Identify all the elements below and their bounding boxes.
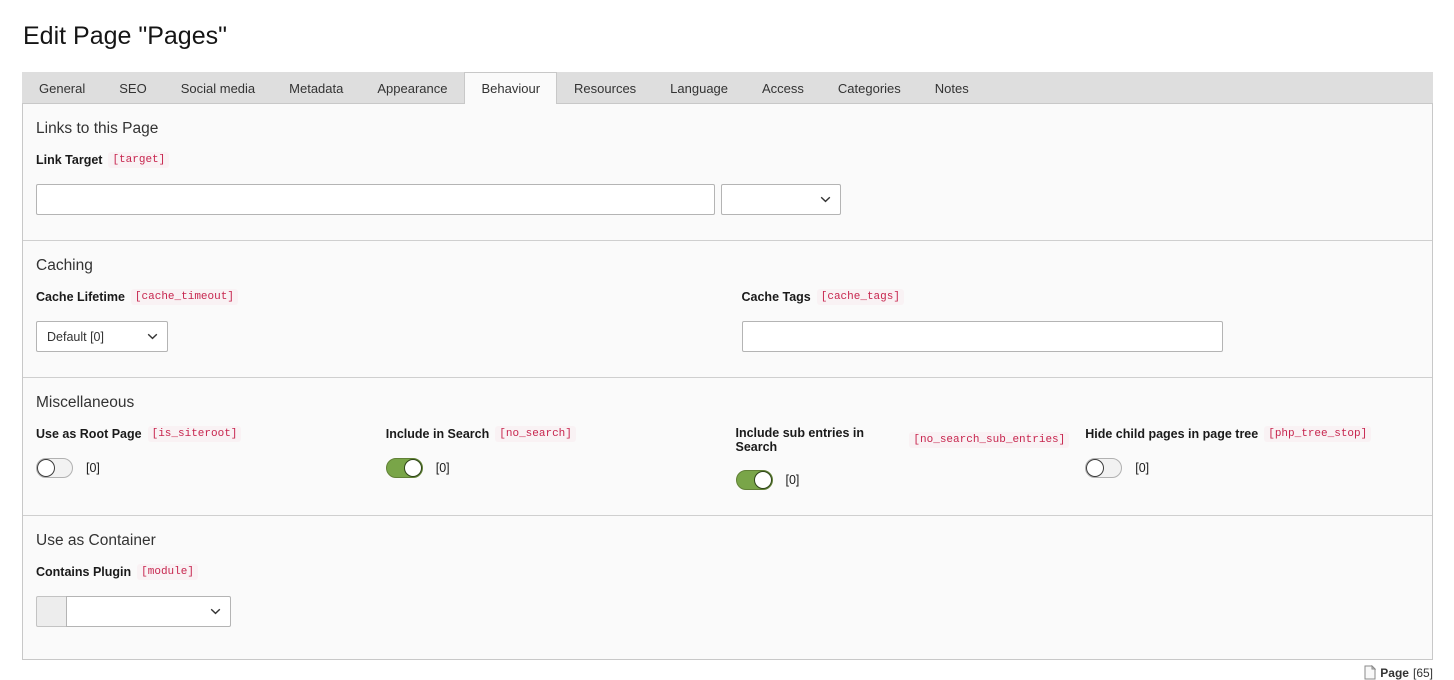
cache-tags-label: Cache Tags <box>742 290 811 304</box>
include-sub-entries-field: Include sub entries in Search [no_search… <box>736 412 1070 490</box>
use-as-root-page-field: Use as Root Page [is_siteroot] [0] <box>36 412 370 490</box>
tab-appearance[interactable]: Appearance <box>360 72 464 103</box>
hide-child-pages-field-code: [php_tree_stop] <box>1264 426 1371 442</box>
contains-plugin-select[interactable] <box>66 596 231 627</box>
tab-categories[interactable]: Categories <box>821 72 918 103</box>
cache-lifetime-field-code: [cache_timeout] <box>131 289 238 305</box>
toggle-value-label: [0] <box>786 473 800 487</box>
contains-plugin-label: Contains Plugin <box>36 565 131 579</box>
section-heading: Links to this Page <box>36 117 1419 138</box>
section-heading: Caching <box>36 254 1419 275</box>
section-heading: Miscellaneous <box>36 391 1419 412</box>
include-in-search-label: Include in Search <box>386 427 490 441</box>
page-title: Edit Page "Pages" <box>23 22 1454 51</box>
cache-tags-field-code: [cache_tags] <box>817 289 904 305</box>
cache-lifetime-select-value: Default [0] <box>47 330 104 344</box>
section-heading: Use as Container <box>36 529 1419 550</box>
cache-lifetime-select[interactable]: Default [0] <box>36 321 168 352</box>
include-sub-entries-toggle[interactable] <box>736 470 773 490</box>
section-use-as-container: Use as Container Contains Plugin [module… <box>23 516 1432 659</box>
tab-access[interactable]: Access <box>745 72 821 103</box>
include-in-search-field-code: [no_search] <box>495 426 576 442</box>
use-as-root-page-toggle[interactable] <box>36 458 73 478</box>
toggle-value-label: [0] <box>86 461 100 475</box>
behaviour-tab-panel: Links to this Page Link Target [target] … <box>22 104 1433 660</box>
record-type-label: Page <box>1380 666 1409 680</box>
chevron-down-icon <box>147 333 158 340</box>
toggle-value-label: [0] <box>436 461 450 475</box>
tab-metadata[interactable]: Metadata <box>272 72 360 103</box>
cache-tags-input[interactable] <box>742 321 1223 352</box>
link-target-select[interactable] <box>721 184 841 215</box>
hide-child-pages-toggle[interactable] <box>1085 458 1122 478</box>
cache-lifetime-field: Cache Lifetime [cache_timeout] Default [… <box>36 275 714 352</box>
toggle-knob <box>1086 459 1104 477</box>
toggle-value-label: [0] <box>1135 461 1149 475</box>
include-sub-entries-field-code: [no_search_sub_entries] <box>909 432 1069 448</box>
cache-tags-field: Cache Tags [cache_tags] <box>742 275 1420 352</box>
plugin-icon-placeholder <box>36 596 67 627</box>
toggle-knob <box>754 471 772 489</box>
link-target-label: Link Target <box>36 153 102 167</box>
cache-lifetime-label: Cache Lifetime <box>36 290 125 304</box>
tab-seo[interactable]: SEO <box>102 72 163 103</box>
use-as-root-page-field-code: [is_siteroot] <box>148 426 242 442</box>
tab-bar: General SEO Social media Metadata Appear… <box>22 72 1433 104</box>
section-miscellaneous: Miscellaneous Use as Root Page [is_siter… <box>23 378 1432 516</box>
page-icon <box>1364 665 1376 680</box>
tab-language[interactable]: Language <box>653 72 745 103</box>
tab-notes[interactable]: Notes <box>918 72 986 103</box>
toggle-knob <box>37 459 55 477</box>
section-caching: Caching Cache Lifetime [cache_timeout] D… <box>23 241 1432 378</box>
record-footer: Page [65] <box>0 665 1433 680</box>
link-target-field-code: [target] <box>108 152 169 168</box>
tab-resources[interactable]: Resources <box>557 72 653 103</box>
record-uid-label: [65] <box>1413 666 1433 680</box>
tab-behaviour[interactable]: Behaviour <box>464 72 557 104</box>
hide-child-pages-field: Hide child pages in page tree [php_tree_… <box>1085 412 1419 490</box>
tab-social-media[interactable]: Social media <box>164 72 272 103</box>
link-target-input[interactable] <box>36 184 715 215</box>
include-in-search-field: Include in Search [no_search] [0] <box>386 412 720 490</box>
section-links-to-this-page: Links to this Page Link Target [target] <box>23 104 1432 241</box>
tab-general[interactable]: General <box>22 72 102 103</box>
contains-plugin-field-code: [module] <box>137 564 198 580</box>
edit-form: General SEO Social media Metadata Appear… <box>22 72 1433 660</box>
use-as-root-page-label: Use as Root Page <box>36 427 142 441</box>
hide-child-pages-label: Hide child pages in page tree <box>1085 427 1258 441</box>
include-sub-entries-label: Include sub entries in Search <box>736 426 904 454</box>
chevron-down-icon <box>210 608 221 615</box>
include-in-search-toggle[interactable] <box>386 458 423 478</box>
toggle-knob <box>404 459 422 477</box>
chevron-down-icon <box>820 196 831 203</box>
